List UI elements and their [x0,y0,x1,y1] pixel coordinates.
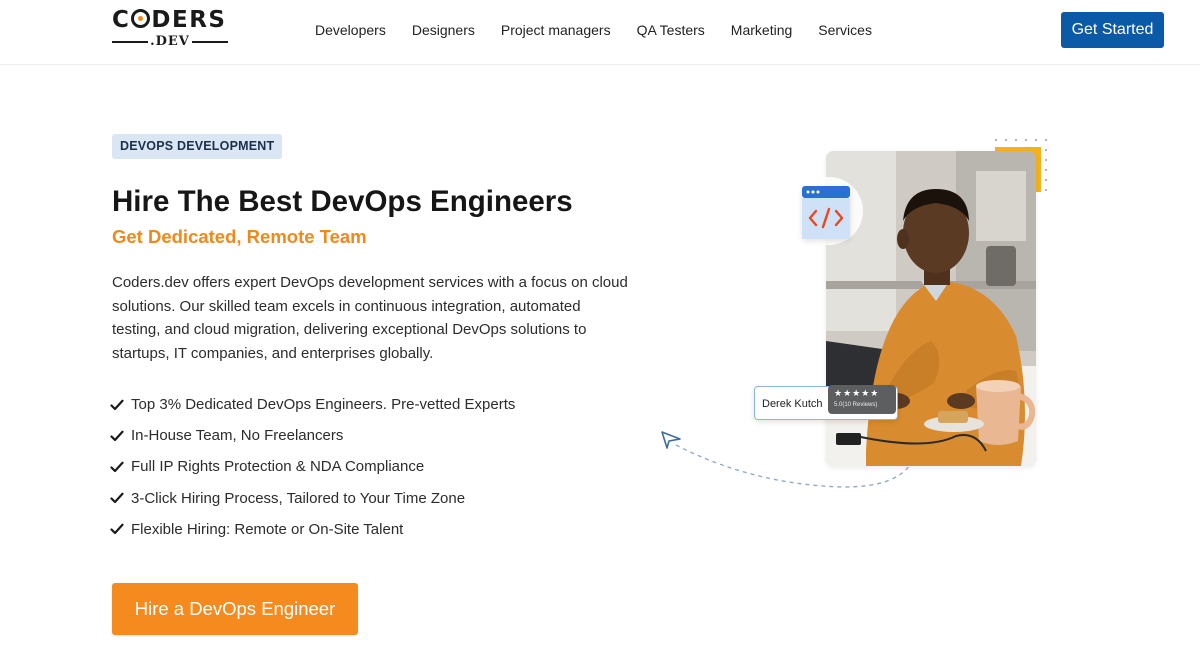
feature-item: 3-Click Hiring Process, Tailored to Your… [110,483,515,514]
check-icon [110,524,124,535]
review-count: 5.0(10 Reviews) [834,402,878,408]
logo-wordmark: C DERS [112,7,227,33]
hire-devops-engineer-button[interactable]: Hire a DevOps Engineer [112,583,358,635]
page-subtitle: Get Dedicated, Remote Team [112,226,367,247]
rating-badge: ★★★★★ 5.0(10 Reviews) [828,385,896,414]
code-icon [802,186,850,239]
check-icon [110,492,124,504]
logo-subtext: .DEV [112,34,228,50]
nav-marketing[interactable]: Marketing [731,21,792,39]
feature-item: Top 3% Dedicated DevOps Engineers. Pre-v… [110,389,515,420]
feature-item: In-House Team, No Freelancers [110,420,515,451]
feature-item: Flexible Hiring: Remote or On-Site Talen… [110,514,515,545]
star-rating-icon: ★★★★★ [834,388,880,398]
nav-developers[interactable]: Developers [315,21,386,39]
nav-qa-testers[interactable]: QA Testers [637,21,705,39]
hero-description: Coders.dev offers expert DevOps developm… [112,274,628,363]
nav-services[interactable]: Services [818,21,872,39]
site-header: C DERS .DEV Developers Designers Project … [0,0,1200,65]
hero-illustration: Derek Kutch ★★★★★ 5.0(10 Reviews) [650,130,1070,500]
coders-dev-logo[interactable]: C DERS .DEV [112,7,232,51]
check-icon [110,399,124,410]
profile-name: Derek Kutch [762,398,823,410]
category-badge: DEVOPS DEVELOPMENT [112,134,283,159]
feature-item: Full IP Rights Protection & NDA Complian… [110,451,515,482]
check-icon [110,461,124,473]
feature-list: Top 3% Dedicated DevOps Engineers. Pre-v… [110,389,515,545]
nav-designers[interactable]: Designers [412,21,475,39]
dashed-trail [675,444,911,488]
page-title: Hire The Best DevOps Engineers [112,185,573,218]
check-icon [110,430,124,441]
main-nav: Developers Designers Project managers QA… [315,21,898,39]
get-started-button[interactable]: Get Started [1061,12,1164,48]
nav-project-managers[interactable]: Project managers [501,21,611,39]
logo-o-icon [131,9,151,28]
